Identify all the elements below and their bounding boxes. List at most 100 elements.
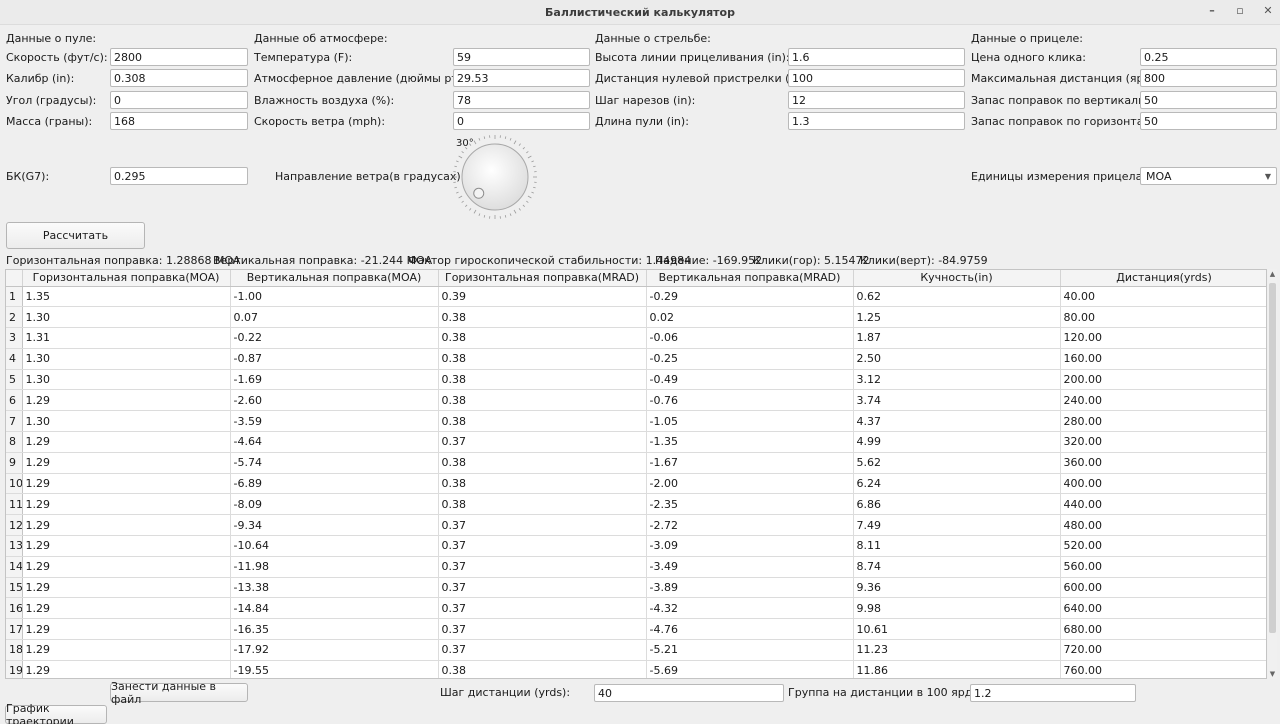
table-cell[interactable]: 0.38 <box>438 348 647 370</box>
table-cell[interactable]: -3.09 <box>646 535 854 557</box>
table-cell[interactable]: 0.38 <box>438 493 647 516</box>
windage-reserve-input[interactable] <box>1140 112 1277 130</box>
table-cell[interactable]: 0.38 <box>438 306 647 329</box>
table-cell[interactable]: -5.69 <box>646 660 854 678</box>
scrollbar-thumb[interactable] <box>1269 283 1276 633</box>
column-header[interactable]: Горизонтальная поправка(MRAD) <box>438 270 647 287</box>
table-cell[interactable]: -19.55 <box>230 660 439 678</box>
table-cell[interactable]: 2.50 <box>853 348 1061 370</box>
table-cell[interactable]: -13.38 <box>230 577 439 599</box>
row-number[interactable]: 6 <box>6 389 23 412</box>
table-cell[interactable]: 1.30 <box>22 348 231 370</box>
table-cell[interactable]: 1.29 <box>22 535 231 557</box>
table-cell[interactable]: -2.00 <box>646 473 854 495</box>
group-size-input[interactable] <box>970 684 1136 702</box>
twist-rate-input[interactable] <box>788 91 965 109</box>
table-cell[interactable]: 1.29 <box>22 597 231 620</box>
table-cell[interactable]: -2.60 <box>230 389 439 412</box>
table-cell[interactable]: -1.67 <box>646 452 854 474</box>
table-cell[interactable]: 1.29 <box>22 389 231 412</box>
table-cell[interactable]: 1.29 <box>22 473 231 495</box>
row-number[interactable]: 1 <box>6 286 23 308</box>
table-cell[interactable]: 6.86 <box>853 493 1061 516</box>
table-cell[interactable]: 0.39 <box>438 286 647 308</box>
column-header[interactable]: Горизонтальная поправка(MOA) <box>22 270 231 287</box>
table-cell[interactable]: 1.31 <box>22 327 231 349</box>
table-cell[interactable]: -1.69 <box>230 369 439 391</box>
sight-height-input[interactable] <box>788 48 965 66</box>
table-cell[interactable]: 400.00 <box>1060 473 1266 495</box>
table-cell[interactable]: 0.62 <box>853 286 1061 308</box>
table-cell[interactable]: 0.37 <box>438 535 647 557</box>
table-cell[interactable]: 1.29 <box>22 514 231 537</box>
table-cell[interactable]: 360.00 <box>1060 452 1266 474</box>
table-cell[interactable]: 0.02 <box>646 306 854 329</box>
table-cell[interactable]: 680.00 <box>1060 618 1266 641</box>
table-cell[interactable]: -8.09 <box>230 493 439 516</box>
scroll-down-icon[interactable]: ▼ <box>1268 670 1277 678</box>
table-row[interactable]: 9 1.29 -5.74 0.38 -1.67 5.62 360.00 <box>6 452 1266 474</box>
row-number[interactable]: 13 <box>6 535 23 557</box>
wind-speed-input[interactable] <box>453 112 590 130</box>
table-cell[interactable]: 4.37 <box>853 410 1061 433</box>
row-number[interactable]: 12 <box>6 514 23 537</box>
wind-direction-dial[interactable]: 30° <box>451 133 539 221</box>
table-row[interactable]: 15 1.29 -13.38 0.37 -3.89 9.36 600.00 <box>6 577 1266 599</box>
table-cell[interactable]: 320.00 <box>1060 431 1266 453</box>
table-cell[interactable]: 5.62 <box>853 452 1061 474</box>
trajectory-chart-button[interactable]: График траектории <box>5 702 107 724</box>
table-row[interactable]: 3 1.31 -0.22 0.38 -0.06 1.87 120.00 <box>6 327 1266 349</box>
table-row[interactable]: 1 1.35 -1.00 0.39 -0.29 0.62 40.00 <box>6 286 1266 308</box>
table-cell[interactable]: 9.36 <box>853 577 1061 599</box>
table-row[interactable]: 5 1.30 -1.69 0.38 -0.49 3.12 200.00 <box>6 369 1266 391</box>
table-cell[interactable]: 1.35 <box>22 286 231 308</box>
table-row[interactable]: 16 1.29 -14.84 0.37 -4.32 9.98 640.00 <box>6 597 1266 620</box>
table-cell[interactable]: 1.29 <box>22 493 231 516</box>
row-number[interactable]: 10 <box>6 473 23 495</box>
table-cell[interactable]: 3.74 <box>853 389 1061 412</box>
row-number[interactable]: 4 <box>6 348 23 370</box>
table-cell[interactable]: -4.32 <box>646 597 854 620</box>
table-cell[interactable]: 280.00 <box>1060 410 1266 433</box>
table-cell[interactable]: 40.00 <box>1060 286 1266 308</box>
bullet-length-input[interactable] <box>788 112 965 130</box>
table-cell[interactable]: 240.00 <box>1060 389 1266 412</box>
row-number[interactable]: 3 <box>6 327 23 349</box>
velocity-input[interactable] <box>110 48 248 66</box>
table-cell[interactable]: 760.00 <box>1060 660 1266 678</box>
table-cell[interactable]: -16.35 <box>230 618 439 641</box>
row-number[interactable]: 17 <box>6 618 23 641</box>
corner-cell[interactable] <box>6 270 23 287</box>
table-cell[interactable]: -4.64 <box>230 431 439 453</box>
table-cell[interactable]: -5.74 <box>230 452 439 474</box>
table-cell[interactable]: 480.00 <box>1060 514 1266 537</box>
table-cell[interactable]: 0.07 <box>230 306 439 329</box>
save-to-file-button[interactable]: Занести данные в файл <box>110 680 248 706</box>
table-cell[interactable]: -0.29 <box>646 286 854 308</box>
maximize-icon[interactable]: ▫ <box>1234 4 1246 17</box>
table-cell[interactable]: 10.61 <box>853 618 1061 641</box>
table-cell[interactable]: -1.35 <box>646 431 854 453</box>
table-cell[interactable]: 1.29 <box>22 452 231 474</box>
table-cell[interactable]: 0.38 <box>438 389 647 412</box>
table-cell[interactable]: 1.29 <box>22 639 231 661</box>
table-cell[interactable]: 1.25 <box>853 306 1061 329</box>
column-header[interactable]: Вертикальная поправка(MRAD) <box>646 270 854 287</box>
table-cell[interactable]: 4.99 <box>853 431 1061 453</box>
table-row[interactable]: 12 1.29 -9.34 0.37 -2.72 7.49 480.00 <box>6 514 1266 537</box>
table-cell[interactable]: 6.24 <box>853 473 1061 495</box>
table-cell[interactable]: 1.87 <box>853 327 1061 349</box>
row-number[interactable]: 14 <box>6 556 23 578</box>
scroll-up-icon[interactable]: ▲ <box>1268 270 1277 278</box>
table-cell[interactable]: -0.06 <box>646 327 854 349</box>
table-cell[interactable]: 0.37 <box>438 597 647 620</box>
table-cell[interactable]: 3.12 <box>853 369 1061 391</box>
table-cell[interactable]: -0.22 <box>230 327 439 349</box>
table-cell[interactable]: 600.00 <box>1060 577 1266 599</box>
table-cell[interactable]: 1.29 <box>22 577 231 599</box>
table-cell[interactable]: -0.49 <box>646 369 854 391</box>
click-value-input[interactable] <box>1140 48 1277 66</box>
row-number[interactable]: 9 <box>6 452 23 474</box>
table-cell[interactable]: -3.59 <box>230 410 439 433</box>
table-cell[interactable]: 0.38 <box>438 327 647 349</box>
